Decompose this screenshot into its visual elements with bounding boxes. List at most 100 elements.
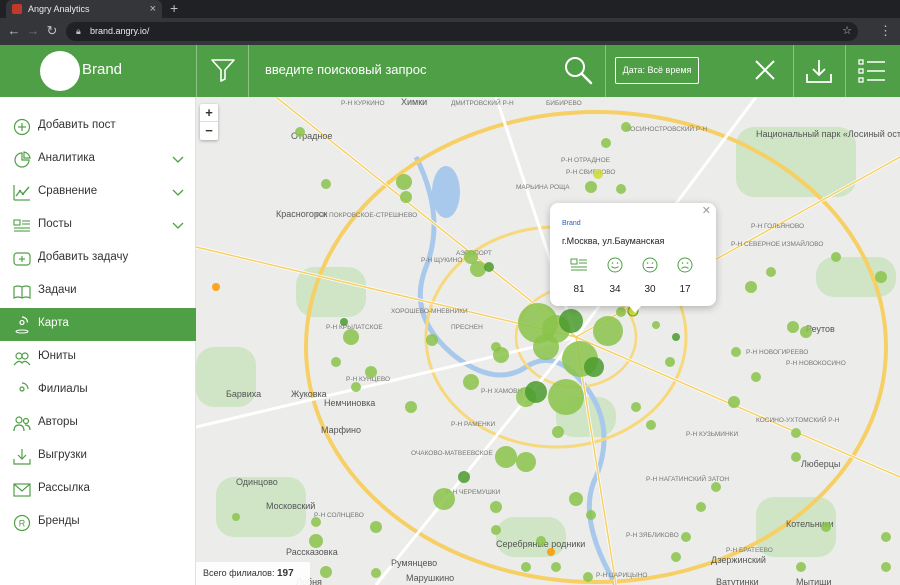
branch-marker [551,562,561,572]
tab-close-icon[interactable]: × [150,0,156,18]
branch-total-label: Всего филиалов: [203,568,275,578]
sidebar-item-label: Бренды [38,515,80,527]
list-menu-icon[interactable] [858,58,886,84]
sidebar-item-registered[interactable]: R Бренды [0,506,196,539]
popup-close-icon[interactable]: ✕ [702,204,711,217]
sidebar-item-line-chart[interactable]: Сравнение [0,176,196,209]
sidebar-item-book[interactable]: Задачи [0,275,196,308]
sidebar-item-label: Карта [38,317,69,329]
sidebar-item-label: Аналитика [38,152,95,164]
branch-marker [331,357,341,367]
branch-marker [787,321,799,333]
map-label: Р-Н НОВОКОСИНО [786,360,846,367]
address-bar: ← → ↻ 🔒︎ brand.angry.io/ ☆ ⋮ [0,18,900,45]
branch-marker [621,122,631,132]
chevron-down-icon[interactable] [172,186,184,198]
branch-marker [547,548,555,556]
popup-stat-negative: 17 [670,257,700,295]
branch-marker [311,517,321,527]
branch-marker [800,326,812,338]
sidebar-item-plus-circle[interactable]: Добавить пост [0,110,196,143]
branch-marker [646,420,656,430]
branch-marker [521,562,531,572]
header-divider [845,45,846,97]
new-tab-icon[interactable]: + [170,0,178,17]
map-label: ОЧАКОВО-МАТВЕЕВСКОЕ [411,450,493,457]
header-divider [605,45,606,97]
map-label: Р-Н ЦАРИЦЫНО [596,572,647,579]
branch-marker [495,446,517,468]
branch-total: Всего филиалов: 197 [196,562,310,585]
branch-marker [343,329,359,345]
map-label: Рассказовка [286,547,338,557]
zoom-out-button[interactable]: − [200,122,218,140]
sidebar-item-label: Выгрузки [38,449,87,461]
header-divider [793,45,794,97]
branch-marker [559,309,583,333]
download-icon[interactable] [805,57,833,85]
sidebar-item-units[interactable]: Юниты [0,341,196,374]
clear-icon[interactable] [754,59,776,81]
sidebar-item-mail[interactable]: Рассылка [0,473,196,506]
branch-marker [371,568,381,578]
sidebar-item-label: Рассылка [38,482,90,494]
map[interactable]: Химки Р-Н КУРКИНО ДМИТРОВСКИЙ Р-Н БИБИРЕВО Л… [196,97,900,585]
branch-marker [484,262,494,272]
search-icon[interactable] [563,55,593,85]
popup-brand[interactable]: Brand [562,220,581,227]
sidebar-item-label: Задачи [38,284,77,296]
branch-marker [831,252,841,262]
sidebar-item-posts[interactable]: Посты [0,209,196,242]
forward-icon[interactable]: → [25,22,41,40]
url-text: brand.angry.io/ [90,26,150,36]
url-field[interactable]: 🔒︎ brand.angry.io/ ☆ [66,22,858,41]
neutral-icon [642,257,658,273]
branch-marker [881,532,891,542]
search-input[interactable]: введите поисковый запрос [265,62,427,77]
map-label: Марушкино [406,573,454,583]
chevron-down-icon[interactable] [172,153,184,165]
brand-logo[interactable] [40,51,80,91]
chevron-down-icon[interactable] [172,219,184,231]
sidebar-item-authors[interactable]: Авторы [0,407,196,440]
branch-marker [340,318,348,326]
map-label: Р-Н ОТРАДНОЕ [561,157,611,164]
branch-marker [766,267,776,277]
branch-marker [681,532,691,542]
branch-marker [365,366,377,378]
sidebar-item-branch-pin[interactable]: Филиалы [0,374,196,407]
map-label: Р-Н СОЛНЦЕВО [314,512,364,519]
branch-marker [584,357,604,377]
sidebar-item-download[interactable]: Выгрузки [0,440,196,473]
zoom-in-button[interactable]: + [200,104,218,122]
browser-menu-icon[interactable]: ⋮ [879,22,892,40]
sidebar-item-map-pin[interactable]: Карта [0,308,196,341]
popup-tail [628,305,642,313]
map-label: Барвиха [226,389,261,399]
map-label: Дзержинский [711,555,766,565]
brand-name: Brand [82,61,123,78]
sidebar-item-add-task[interactable]: Добавить задачу [0,242,196,275]
back-icon[interactable]: ← [6,22,22,40]
branch-marker [796,562,806,572]
branch-pin-icon [19,382,29,392]
branch-marker [616,184,626,194]
filter-icon[interactable] [210,57,236,83]
branch-marker [569,492,583,506]
branch-marker [426,334,438,346]
branch-marker [321,179,331,189]
map-label: Румянцево [391,558,437,568]
svg-text:R: R [19,519,26,529]
branch-marker [309,534,323,548]
map-pin-icon [15,316,29,334]
branch-marker [370,521,382,533]
branch-marker [405,401,417,413]
date-filter-button[interactable]: Дата: Всё время [615,57,699,84]
sidebar-item-pie-chart[interactable]: Аналитика [0,143,196,176]
map-label: Люберцы [801,459,840,469]
browser-tab-bar: Angry Analytics × + [0,0,900,18]
browser-tab[interactable]: Angry Analytics × [6,0,162,18]
reload-icon[interactable]: ↻ [44,22,60,40]
map-canvas[interactable]: Химки Р-Н КУРКИНО ДМИТРОВСКИЙ Р-Н БИБИРЕВО Л… [196,97,900,585]
bookmark-star-icon[interactable]: ☆ [842,22,852,41]
